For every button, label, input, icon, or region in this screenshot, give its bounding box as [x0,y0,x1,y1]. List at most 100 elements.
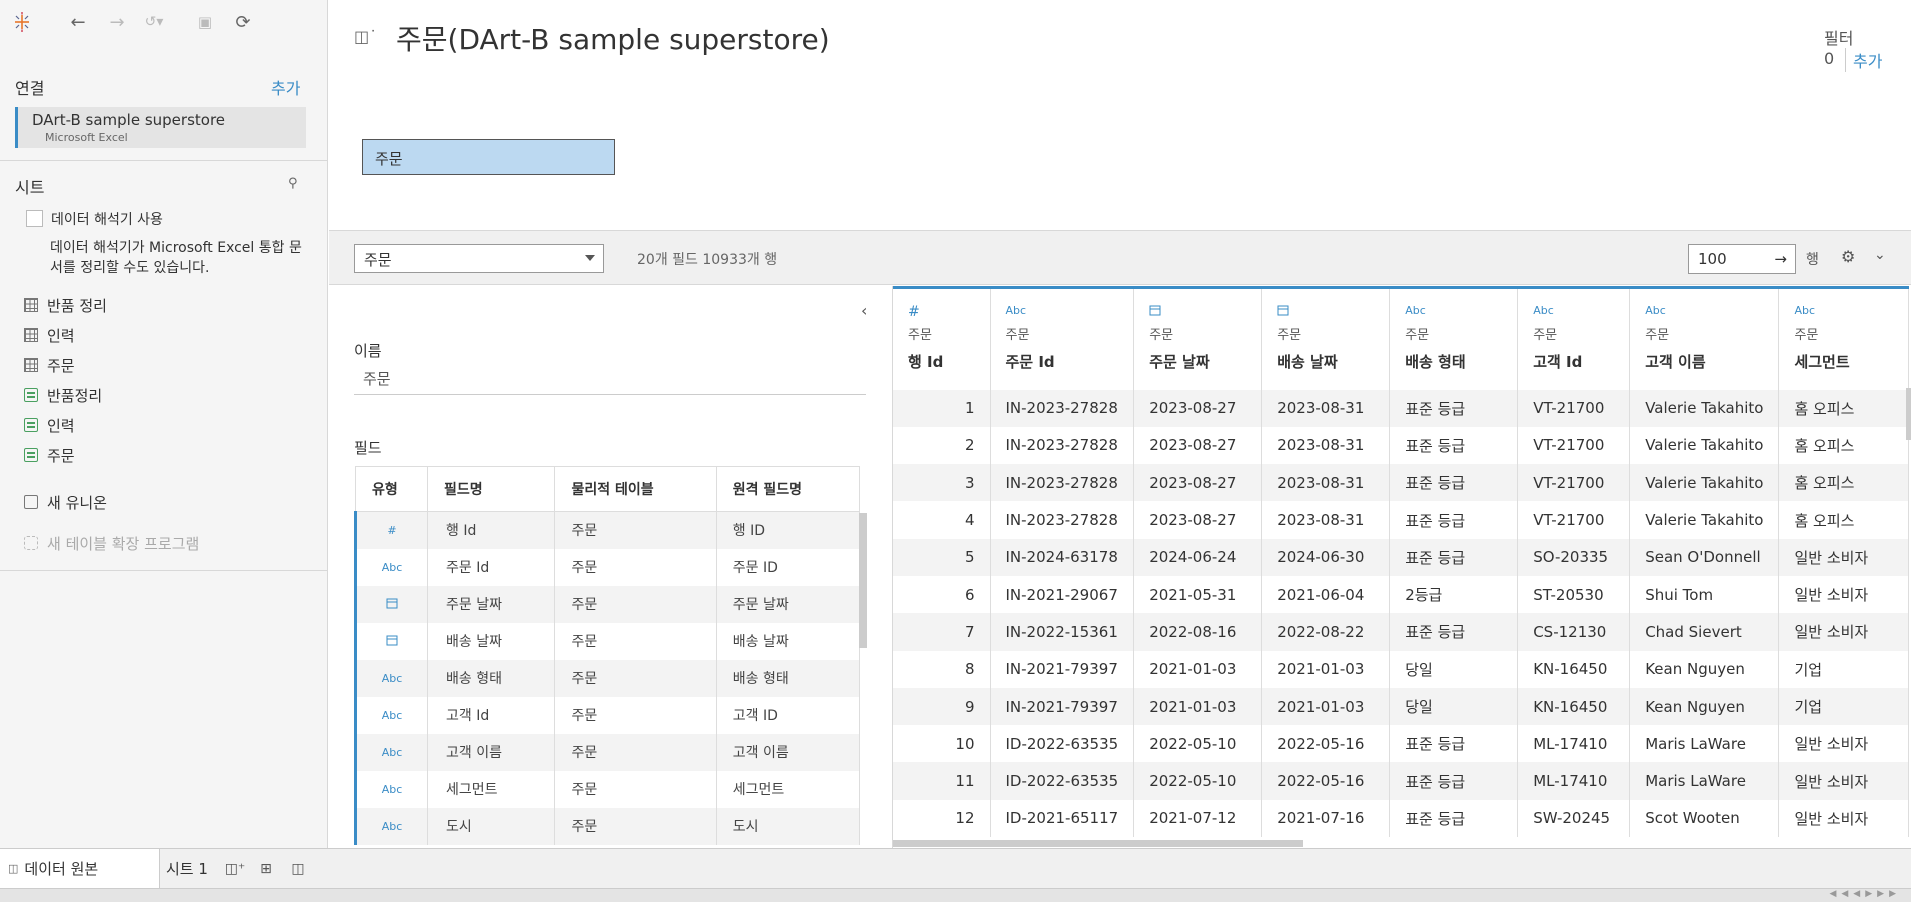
column-header[interactable]: # 주문 행 Id [893,286,991,390]
back-arrow-icon[interactable]: ← [66,10,90,34]
new-story-icon[interactable]: ◫ [288,859,308,879]
filters-label: 필터 [1824,29,1854,48]
tab-datasource[interactable]: ◫ 데이터 원본 [0,849,160,888]
table-pill[interactable]: 주문 [362,139,615,175]
gear-icon[interactable]: ⚙ [1841,247,1855,266]
date-type-icon[interactable] [1149,304,1246,318]
table-row[interactable]: 10 ID-2022-63535 2022-05-10 2022-05-16 표준 등급… [893,725,1910,763]
vertical-scrollbar[interactable] [1906,388,1911,440]
column-header[interactable]: 원격 필드명 [715,466,861,512]
scrollbar[interactable] [859,513,867,648]
date-type-icon[interactable] [354,622,428,660]
table-row[interactable]: Abc 고객 이름 주문 고객 이름 [354,733,861,771]
string-type-icon[interactable]: Abc [354,807,428,845]
forward-arrow-icon[interactable]: → [105,10,129,34]
table-row[interactable]: 9 IN-2021-79397 2021-01-03 2021-01-03 당일 KN-1… [893,687,1910,726]
column-header[interactable]: 주문 주문 날짜 [1133,286,1263,390]
string-type-icon[interactable]: Abc [354,659,428,697]
column-header[interactable]: Abc 주문 세그먼트 [1778,286,1910,390]
named-range-item[interactable]: 인력 [24,414,75,436]
column-header[interactable]: Abc 주문 배송 형태 [1389,286,1519,390]
table-cell: 홈 오피스 [1778,464,1910,502]
table-cell: Shui Tom [1629,575,1780,614]
table-cell: 일반 소비자 [1778,538,1910,576]
sheet-item[interactable]: 반품 정리 [24,294,107,316]
string-type-icon[interactable]: Abc [1645,304,1763,318]
number-type-icon[interactable]: # [354,511,428,549]
add-connection-link[interactable]: 추가 [271,75,300,99]
string-type-icon[interactable]: Abc [1006,304,1119,318]
table-row[interactable]: Abc 고객 Id 주문 고객 ID [354,696,861,734]
table-row[interactable]: Abc 주문 Id 주문 주문 ID [354,548,861,586]
column-header[interactable]: 물리적 테이블 [554,466,717,512]
table-row[interactable]: 2 IN-2023-27828 2023-08-27 2023-08-31 표준 등급 V… [893,426,1910,465]
table-row[interactable]: 1 IN-2023-27828 2023-08-27 2023-08-31 표준 등급 V… [893,389,1910,427]
table-row[interactable]: 12 ID-2021-65117 2021-07-12 2021-07-16 표준 등급… [893,799,1910,838]
database-icon[interactable]: ◫˙ [354,27,377,46]
number-type-icon[interactable]: # [908,304,975,320]
save-icon[interactable]: ▣ [193,10,217,34]
table-cell: 표준 등급 [1389,538,1519,576]
date-type-icon[interactable] [1277,304,1374,318]
collapse-icon[interactable]: ‹ [861,301,867,320]
named-range-item[interactable]: 주문 [24,444,75,466]
tab-sheet[interactable]: 시트 1 [166,849,208,888]
table-row[interactable]: 3 IN-2023-27828 2023-08-27 2023-08-31 표준 등급 V… [893,464,1910,502]
rows-label: 행 [1806,252,1819,268]
table-row[interactable]: 4 IN-2023-27828 2023-08-27 2023-08-31 표준 등급 V… [893,501,1910,539]
column-header[interactable]: 필드명 [426,466,556,512]
string-type-icon[interactable]: Abc [1405,304,1502,318]
table-row[interactable]: Abc 도시 주문 도시 [354,807,861,845]
column-table-label: 주문 [1794,328,1819,343]
sheet-item[interactable]: 주문 [24,354,75,376]
column-header[interactable]: 유형 [355,466,428,512]
table-row[interactable]: 8 IN-2021-79397 2021-01-03 2021-01-03 당일 KN-1… [893,650,1910,688]
table-cell: 표준 등급 [1389,464,1519,502]
table-cell: Kean Nguyen [1629,650,1780,688]
rows-input[interactable]: 100 → [1688,244,1796,274]
named-range-item[interactable]: 반품정리 [24,384,102,406]
table-row[interactable]: 주문 날짜 주문 주문 날짜 [354,585,861,623]
string-type-icon[interactable]: Abc [354,696,428,734]
table-cell: IN-2023-27828 [990,426,1135,465]
new-union-item[interactable]: 새 유니온 [24,491,107,513]
string-type-icon[interactable]: Abc [1794,304,1893,318]
apply-arrow-icon[interactable]: → [1774,250,1787,268]
string-type-icon[interactable]: Abc [354,733,428,771]
string-type-icon[interactable]: Abc [1533,304,1614,318]
column-header[interactable]: 주문 배송 날짜 [1261,286,1391,390]
connection-item[interactable]: DArt-B sample superstore Microsoft Excel [15,107,306,148]
sheet-item[interactable]: 인력 [24,324,75,346]
new-dashboard-icon[interactable]: ⊞ [256,859,276,879]
column-header[interactable]: Abc 주문 고객 이름 [1629,286,1780,390]
name-field[interactable]: 주문 [354,365,866,395]
table-cell: 3 [893,464,991,502]
table-row[interactable]: Abc 세그먼트 주문 세그먼트 [354,770,861,808]
table-row[interactable]: # 행 Id 주문 행 ID [354,511,861,549]
table-row[interactable]: 7 IN-2022-15361 2022-08-16 2022-08-22 표준 등급 C… [893,613,1910,651]
table-select[interactable]: 주문 [354,244,604,273]
date-type-icon[interactable] [354,585,428,623]
table-cell: 표준 등급 [1389,762,1519,800]
datasource-title[interactable]: 주문(DArt-B sample superstore) [396,18,830,58]
table-row[interactable]: Abc 배송 형태 주문 배송 형태 [354,659,861,697]
string-type-icon[interactable]: Abc [354,770,428,808]
new-table-extension-item[interactable]: 새 테이블 확장 프로그램 [24,532,199,554]
table-row[interactable]: 5 IN-2024-63178 2024-06-24 2024-06-30 표준 등급 S… [893,538,1910,576]
refresh-icon[interactable]: ⟳ [231,10,255,34]
column-header[interactable]: Abc 주문 주문 Id [990,286,1135,390]
table-row[interactable]: 6 IN-2021-29067 2021-05-31 2021-06-04 2등급 ST-… [893,575,1910,614]
page-navigation-icon[interactable]: ◀◀◀▶▶▶ [1829,889,1901,899]
interpreter-checkbox[interactable] [26,210,43,227]
table-row[interactable]: 11 ID-2022-63535 2022-05-10 2022-05-16 표준 등급… [893,762,1910,800]
redo-icon[interactable]: ↺▾ [142,10,166,34]
chevron-down-icon[interactable]: ⌄ [1874,247,1886,263]
horizontal-scrollbar[interactable] [893,840,1303,847]
column-header[interactable]: Abc 주문 고객 Id [1517,286,1631,390]
add-filter-link[interactable]: 추가 [1845,48,1882,72]
string-type-icon[interactable]: Abc [354,548,428,586]
new-worksheet-icon[interactable]: ◫⁺ [225,859,246,879]
search-icon[interactable]: ⚲ [288,176,298,191]
physical-table-cell: 주문 [554,696,717,734]
table-row[interactable]: 배송 날짜 주문 배송 날짜 [354,622,861,660]
